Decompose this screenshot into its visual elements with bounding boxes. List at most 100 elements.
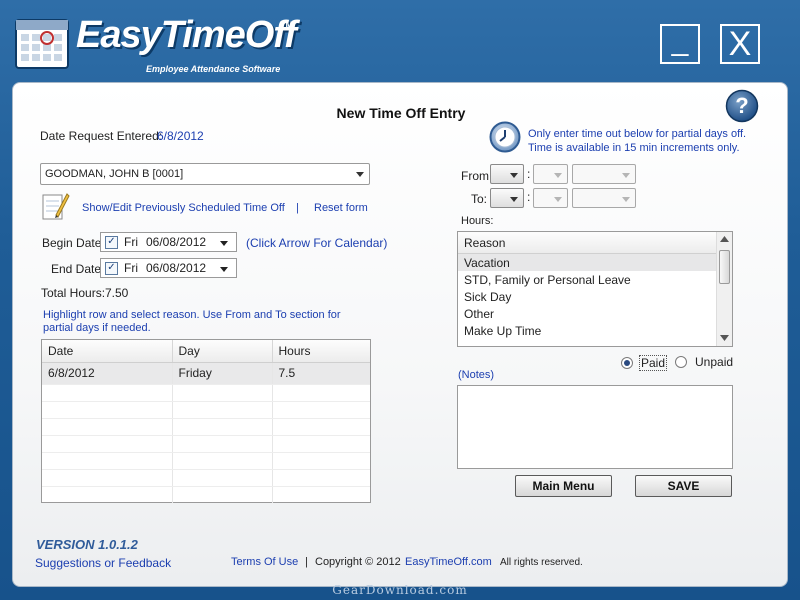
date-request-label: Date Request Entered: (40, 129, 163, 143)
partial-day-note-line2: Time is available in 15 min increments o… (528, 142, 740, 154)
paid-label: Paid (639, 355, 668, 371)
footer-separator: | (305, 556, 308, 568)
column-header-date[interactable]: Date (42, 340, 173, 363)
reset-form-link[interactable]: Reset form (314, 202, 368, 214)
terms-of-use-link[interactable]: Terms Of Use (231, 556, 298, 568)
unpaid-radio-option[interactable]: Unpaid (675, 355, 733, 369)
partial-day-note-line1: Only enter time out below for partial da… (528, 128, 747, 140)
table-row[interactable]: 6/8/2012 Friday 7.5 (42, 362, 370, 385)
close-button[interactable]: X (720, 24, 760, 64)
total-hours-value: 7.50 (105, 286, 129, 300)
begin-date-value: 06/08/2012 (146, 235, 207, 249)
table-row-empty (42, 435, 370, 453)
help-icon[interactable]: ? (725, 89, 759, 123)
chevron-down-icon (554, 197, 562, 202)
close-icon: X (728, 24, 752, 63)
calendar-logo-icon (15, 19, 69, 69)
minimize-button[interactable]: _ (660, 24, 700, 64)
version-label: VERSION 1.0.1.2 (36, 537, 138, 552)
reason-scrollbar[interactable] (716, 232, 732, 346)
table-row-empty (42, 469, 370, 487)
calendar-dropdown-icon[interactable] (220, 267, 228, 272)
unpaid-radio[interactable] (675, 356, 687, 368)
chevron-down-icon (510, 197, 518, 202)
page-title: New Time Off Entry (336, 105, 466, 121)
calendar-hint: (Click Arrow For Calendar) (246, 236, 388, 250)
notes-label: (Notes) (458, 369, 495, 381)
column-header-hours[interactable]: Hours (272, 340, 370, 363)
cell-date: 6/8/2012 (42, 362, 173, 385)
reason-item-sick-day[interactable]: Sick Day (458, 288, 716, 305)
reason-item-other[interactable]: Other (458, 305, 716, 322)
instruction-text: Highlight row and select reason. Use Fro… (43, 309, 341, 334)
paid-radio[interactable] (621, 357, 633, 369)
from-colon: : (527, 167, 531, 181)
reason-item-make-up-time[interactable]: Make Up Time (458, 322, 716, 339)
from-hour-select[interactable] (490, 164, 524, 184)
table-row-empty (42, 401, 370, 419)
to-colon: : (527, 190, 531, 204)
logo-subtitle: Employee Attendance Software (146, 64, 281, 74)
end-date-label: End Date: (51, 262, 105, 276)
notepad-pencil-icon (42, 193, 70, 220)
unpaid-label: Unpaid (695, 355, 734, 369)
logo-trademark: TM (280, 20, 293, 30)
reason-item-vacation[interactable]: Vacation (458, 254, 716, 271)
to-hour-select[interactable] (490, 188, 524, 208)
copyright-text: Copyright © 2012 (315, 556, 401, 568)
table-row-empty (42, 486, 370, 503)
minimize-icon: _ (671, 24, 689, 57)
cell-day: Friday (172, 362, 273, 385)
end-date-value: 06/08/2012 (146, 261, 207, 275)
svg-text:?: ? (735, 93, 748, 118)
reason-listbox[interactable]: Reason Vacation STD, Family or Personal … (457, 231, 733, 347)
table-row-empty (42, 384, 370, 402)
cell-hours: 7.5 (272, 362, 370, 385)
employee-select-value: GOODMAN, JOHN B [0001] (45, 168, 184, 180)
link-separator: | (296, 202, 299, 214)
column-header-day[interactable]: Day (172, 340, 273, 363)
end-date-checkbox[interactable]: ✓ (105, 261, 118, 275)
hours-label: Hours: (461, 215, 494, 227)
to-ampm-select[interactable] (572, 188, 636, 208)
employee-select[interactable]: GOODMAN, JOHN B [0001] (40, 163, 370, 185)
chevron-down-icon (356, 172, 364, 177)
suggestions-link[interactable]: Suggestions or Feedback (35, 556, 171, 570)
begin-date-picker[interactable]: ✓ Fri 06/08/2012 (100, 232, 237, 252)
end-day: Fri (124, 261, 138, 275)
table-row-empty (42, 418, 370, 436)
from-minute-select[interactable] (533, 164, 568, 184)
chevron-down-icon (554, 173, 562, 178)
app-logo-text: EasyTimeOff (76, 14, 297, 56)
rights-text: All rights reserved. (500, 557, 583, 568)
to-minute-select[interactable] (533, 188, 568, 208)
reason-header: Reason (458, 232, 716, 254)
date-request-value: 6/8/2012 (157, 129, 204, 143)
main-menu-button[interactable]: Main Menu (515, 475, 612, 497)
table-row-empty (42, 452, 370, 470)
paid-radio-option[interactable]: Paid (621, 355, 668, 371)
reason-item-std-leave[interactable]: STD, Family or Personal Leave (458, 271, 716, 288)
website-link[interactable]: EasyTimeOff.com (405, 556, 492, 568)
chevron-down-icon (622, 197, 630, 202)
from-ampm-select[interactable] (572, 164, 636, 184)
to-label: To: (471, 192, 488, 206)
watermark-text: GearDownload.com (332, 583, 468, 597)
chevron-down-icon (510, 173, 518, 178)
show-edit-scheduled-link[interactable]: Show/Edit Previously Scheduled Time Off (82, 202, 285, 214)
notes-textarea[interactable] (457, 385, 733, 469)
scrollbar-thumb[interactable] (719, 250, 730, 284)
end-date-picker[interactable]: ✓ Fri 06/08/2012 (100, 258, 237, 278)
save-button[interactable]: SAVE (635, 475, 732, 497)
total-hours-label: Total Hours: (41, 286, 106, 300)
clock-icon (489, 121, 521, 153)
calendar-dropdown-icon[interactable] (220, 241, 228, 246)
time-off-days-table: Date Day Hours 6/8/2012 Friday 7.5 (41, 339, 371, 503)
scroll-up-icon[interactable] (720, 236, 729, 242)
begin-day: Fri (124, 235, 138, 249)
begin-date-label: Begin Date: (42, 236, 105, 250)
begin-date-checkbox[interactable]: ✓ (105, 235, 118, 249)
time-off-entry-panel: New Time Off Entry ? Date Request Entere… (12, 82, 788, 587)
from-label: From: (461, 169, 493, 183)
scroll-down-icon[interactable] (720, 335, 729, 341)
